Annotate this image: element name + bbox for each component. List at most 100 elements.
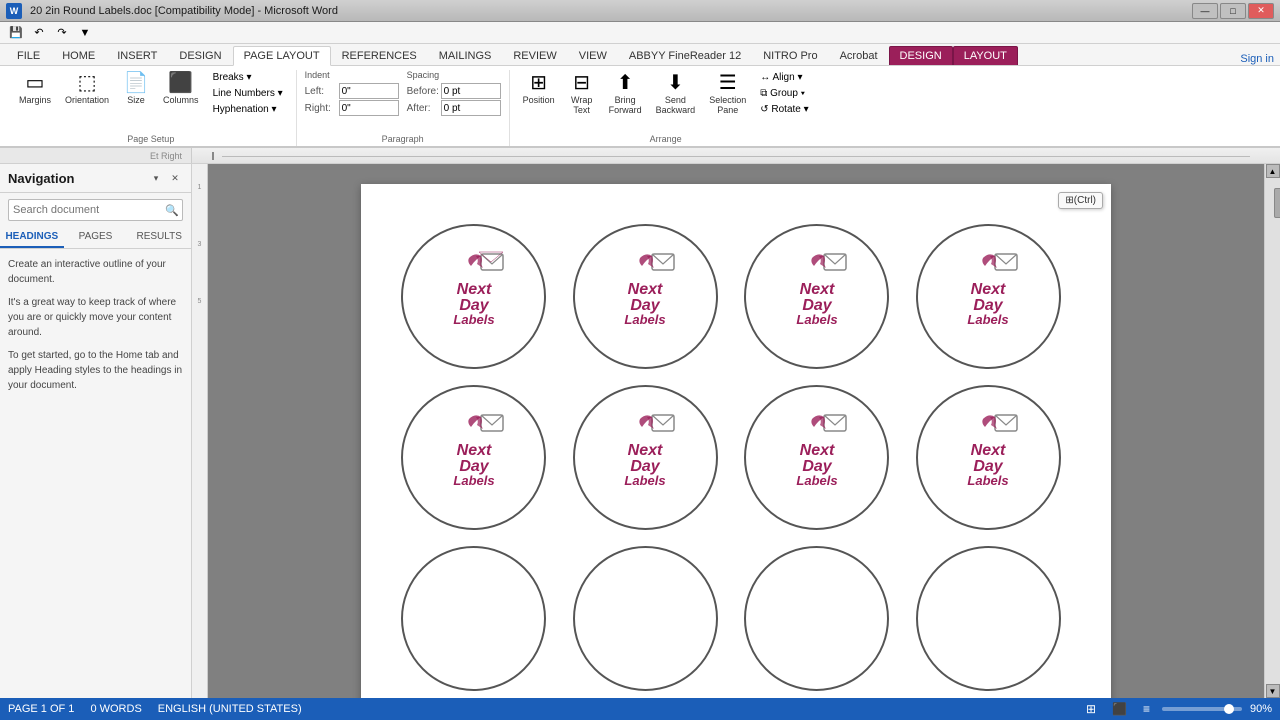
tab-abbyy[interactable]: ABBYY FineReader 12 [618,46,752,65]
spacing-heading: Spacing [407,70,501,80]
nav-search[interactable]: 🔍 [8,199,183,221]
label-circle-2-3[interactable]: Next Day Labels [744,385,889,530]
vertical-scrollbar[interactable]: ▲ ▼ [1264,164,1280,698]
quick-access-dropdown[interactable]: ▼ [75,24,95,42]
hyphenation-button[interactable]: Hyphenation ▾ [208,102,288,117]
label-circle-2-1[interactable]: Next Day Labels [401,385,546,530]
language-indicator: ENGLISH (UNITED STATES) [158,703,302,715]
label-circle-3-1[interactable] [401,546,546,691]
tab-insert[interactable]: INSERT [106,46,168,65]
save-button[interactable]: 💾 [6,24,26,42]
tab-layout-tt[interactable]: LAYOUT [953,46,1018,65]
svg-text:Labels: Labels [967,473,1008,488]
nav-close-button[interactable]: ✕ [167,170,183,186]
nav-tab-headings[interactable]: HEADINGS [0,227,64,248]
tab-references[interactable]: REFERENCES [331,46,428,65]
orientation-button[interactable]: ⬚ Orientation [60,70,114,108]
size-icon: 📄 [124,73,149,93]
arrange-group: ⊞ Position ⊟ WrapText ⬆ BringForward ⬇ S… [510,70,822,146]
size-label: Size [127,95,145,105]
undo-button[interactable]: ↶ [29,24,49,42]
wrap-text-button[interactable]: ⊟ WrapText [564,70,600,118]
indent-left-input[interactable] [339,83,399,99]
columns-button[interactable]: ⬛ Columns [158,70,204,108]
nav-search-button[interactable]: 🔍 [162,200,182,220]
ribbon-tab-right: Sign in [1240,53,1280,65]
close-button[interactable]: ✕ [1248,3,1274,19]
maximize-button[interactable]: □ [1220,3,1246,19]
tab-nitro[interactable]: NITRO Pro [752,46,828,65]
zoom-slider[interactable] [1162,707,1242,711]
label-circle-3-2[interactable] [573,546,718,691]
nav-content: Create an interactive outline of your do… [0,249,191,409]
sign-in-button[interactable]: Sign in [1240,53,1274,65]
svg-text:Next: Next [799,442,834,459]
nav-tab-results[interactable]: RESULTS [127,227,191,248]
zoom-thumb[interactable] [1224,704,1234,714]
tab-view[interactable]: VIEW [568,46,618,65]
svg-text:Next: Next [971,442,1006,459]
spacing-before-input[interactable] [441,83,501,99]
margins-icon: ▭ [26,73,45,93]
nav-controls: ▾ ✕ [148,170,183,186]
word-icon: W [6,3,22,19]
scroll-up-button[interactable]: ▲ [1266,164,1280,178]
spacing-after-label: After: [407,103,439,114]
nav-search-input[interactable] [9,201,162,219]
group-button[interactable]: ⧉ Group ▾ [755,86,813,101]
tab-home[interactable]: HOME [51,46,106,65]
position-button[interactable]: ⊞ Position [518,70,560,108]
tab-acrobat[interactable]: Acrobat [829,46,889,65]
breaks-button[interactable]: Breaks ▾ [208,70,288,85]
ctrl-popup[interactable]: ⊞(Ctrl) [1058,192,1103,209]
indent-right-input[interactable] [339,100,399,116]
scroll-thumb[interactable] [1274,188,1280,218]
status-right: ⊞ ⬛ ≡ 90% [1082,700,1272,718]
spacing-after-input[interactable] [441,100,501,116]
size-button[interactable]: 📄 Size [118,70,154,108]
align-button[interactable]: ↔ Align ▾ [755,70,813,85]
ruler-et-right: Et Right [0,151,182,161]
send-backward-button[interactable]: ⬇ SendBackward [651,70,701,118]
line-numbers-button[interactable]: Line Numbers ▾ [208,86,288,101]
position-icon: ⊞ [530,73,547,93]
document-scroll-area[interactable]: ⊞(Ctrl) [208,164,1264,698]
label-circle-1-4[interactable]: Next Day Labels [916,224,1061,369]
minimize-button[interactable]: — [1192,3,1218,19]
svg-text:Next: Next [456,281,491,298]
margins-button[interactable]: ▭ Margins [14,70,56,108]
label-circle-1-3[interactable]: Next Day Labels [744,224,889,369]
spacing-before-label: Before: [407,86,439,97]
arrange-label: Arrange [518,132,814,146]
nav-tab-pages[interactable]: PAGES [64,227,128,248]
rotate-button[interactable]: ↺ Rotate ▾ [755,102,813,117]
label-circle-2-4[interactable]: Next Day Labels [916,385,1061,530]
svg-text:Labels: Labels [453,473,494,488]
paragraph-content: Indent Left: Right: Spacing Before: [305,70,501,132]
print-layout-button[interactable]: ⊞ [1082,700,1100,718]
label-circle-3-4[interactable] [916,546,1061,691]
label-circle-1-1[interactable]: Next Day Labels [401,224,546,369]
redo-button[interactable]: ↷ [52,24,72,42]
label-circle-3-3[interactable] [744,546,889,691]
full-screen-button[interactable]: ⬛ [1108,700,1131,718]
tab-mailings[interactable]: MAILINGS [428,46,503,65]
bring-forward-button[interactable]: ⬆ BringForward [604,70,647,118]
nav-title: Navigation [8,171,74,186]
web-layout-button[interactable]: ≡ [1139,700,1154,718]
paragraph-label: Paragraph [305,132,501,146]
tab-design-tt[interactable]: DESIGN [889,46,953,65]
tab-file[interactable]: FILE [6,46,51,65]
columns-label: Columns [163,95,199,105]
selection-pane-button[interactable]: ☰ SelectionPane [704,70,751,118]
label-circle-1-2[interactable]: Next Day Labels [573,224,718,369]
nav-hint-1: Create an interactive outline of your do… [8,257,183,287]
label-circle-2-2[interactable]: Next Day Labels [573,385,718,530]
spacing-before-row: Before: [407,83,501,99]
tab-review[interactable]: REVIEW [502,46,567,65]
scroll-down-button[interactable]: ▼ [1266,684,1280,698]
columns-icon: ⬛ [168,73,193,93]
tab-design[interactable]: DESIGN [168,46,232,65]
nav-options-button[interactable]: ▾ [148,170,164,186]
tab-page-layout[interactable]: PAGE LAYOUT [233,46,331,66]
